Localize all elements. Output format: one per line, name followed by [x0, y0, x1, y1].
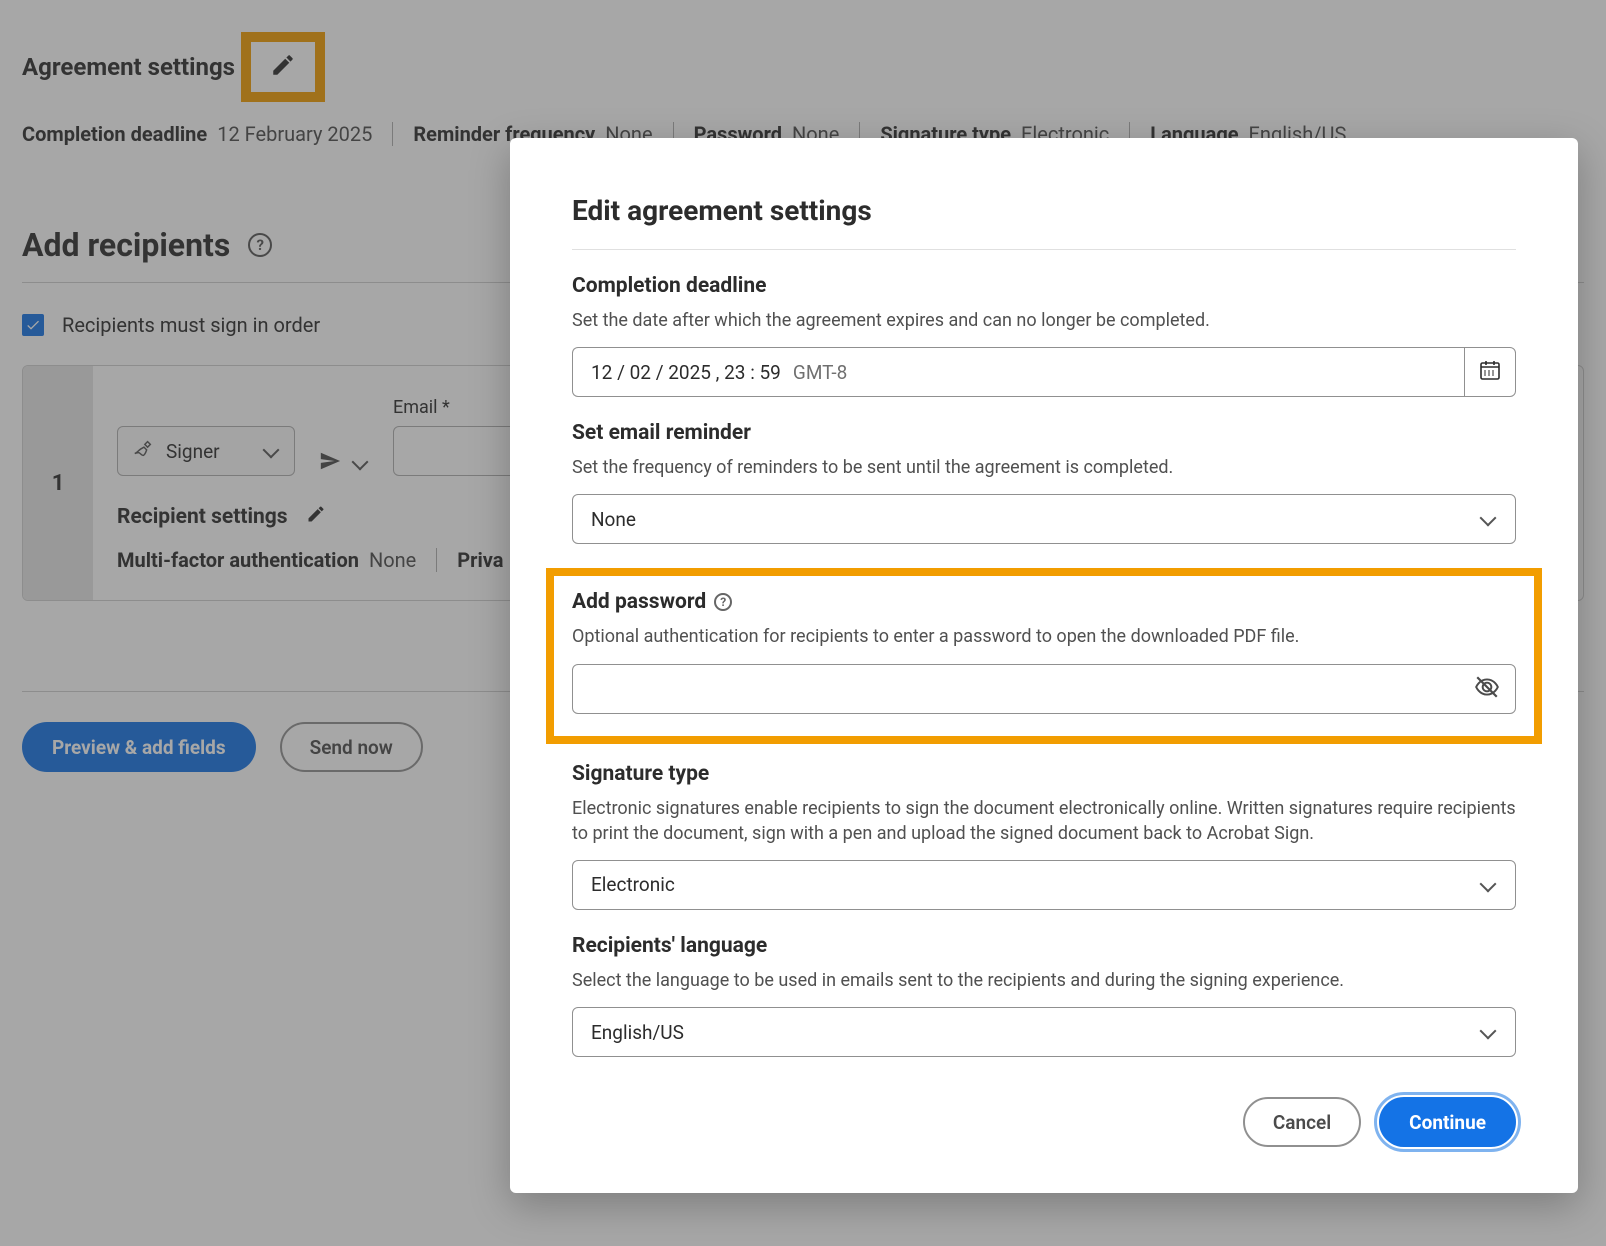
chevron-down-icon: [1479, 876, 1497, 894]
language-desc: Select the language to be used in emails…: [572, 968, 1516, 993]
password-label: Add password ?: [572, 590, 1516, 614]
reminder-desc: Set the frequency of reminders to be sen…: [572, 455, 1516, 480]
reminder-label: Set email reminder: [572, 421, 1516, 445]
language-select[interactable]: English/US: [572, 1007, 1516, 1057]
password-input[interactable]: [572, 664, 1516, 714]
language-label: Recipients' language: [572, 934, 1516, 958]
deadline-label: Completion deadline: [572, 274, 1516, 298]
edit-agreement-settings-dialog: Edit agreement settings Completion deadl…: [510, 138, 1578, 1193]
chevron-down-icon: [1479, 1023, 1497, 1041]
sigtype-field-group: Signature type Electronic signatures ena…: [572, 762, 1516, 910]
password-field-group: Add password ? Optional authentication f…: [572, 590, 1516, 713]
sigtype-label: Signature type: [572, 762, 1516, 786]
deadline-datetime-input[interactable]: 12 / 02 / 2025 , 23 : 59 GMT-8: [572, 347, 1464, 397]
eye-slash-icon[interactable]: [1474, 674, 1500, 704]
chevron-down-icon: [1479, 510, 1497, 528]
continue-button[interactable]: Continue: [1379, 1097, 1516, 1147]
deadline-desc: Set the date after which the agreement e…: [572, 308, 1516, 333]
password-desc: Optional authentication for recipients t…: [572, 624, 1516, 649]
language-field-group: Recipients' language Select the language…: [572, 934, 1516, 1057]
sigtype-select-value: Electronic: [591, 873, 675, 896]
reminder-field-group: Set email reminder Set the frequency of …: [572, 421, 1516, 544]
sigtype-desc: Electronic signatures enable recipients …: [572, 796, 1516, 846]
deadline-field-group: Completion deadline Set the date after w…: [572, 274, 1516, 397]
reminder-select-value: None: [591, 508, 636, 531]
deadline-timezone: GMT-8: [793, 361, 847, 384]
calendar-icon: [1478, 358, 1502, 386]
reminder-select[interactable]: None: [572, 494, 1516, 544]
calendar-button[interactable]: [1464, 347, 1516, 397]
sigtype-select[interactable]: Electronic: [572, 860, 1516, 910]
help-icon[interactable]: ?: [714, 593, 732, 611]
deadline-datetime-value: 12 / 02 / 2025 , 23 : 59: [591, 361, 781, 384]
cancel-button[interactable]: Cancel: [1243, 1097, 1361, 1147]
dialog-title: Edit agreement settings: [572, 194, 1516, 250]
language-select-value: English/US: [591, 1021, 684, 1044]
password-highlight-box: Add password ? Optional authentication f…: [546, 568, 1542, 743]
password-label-text: Add password: [572, 590, 706, 614]
